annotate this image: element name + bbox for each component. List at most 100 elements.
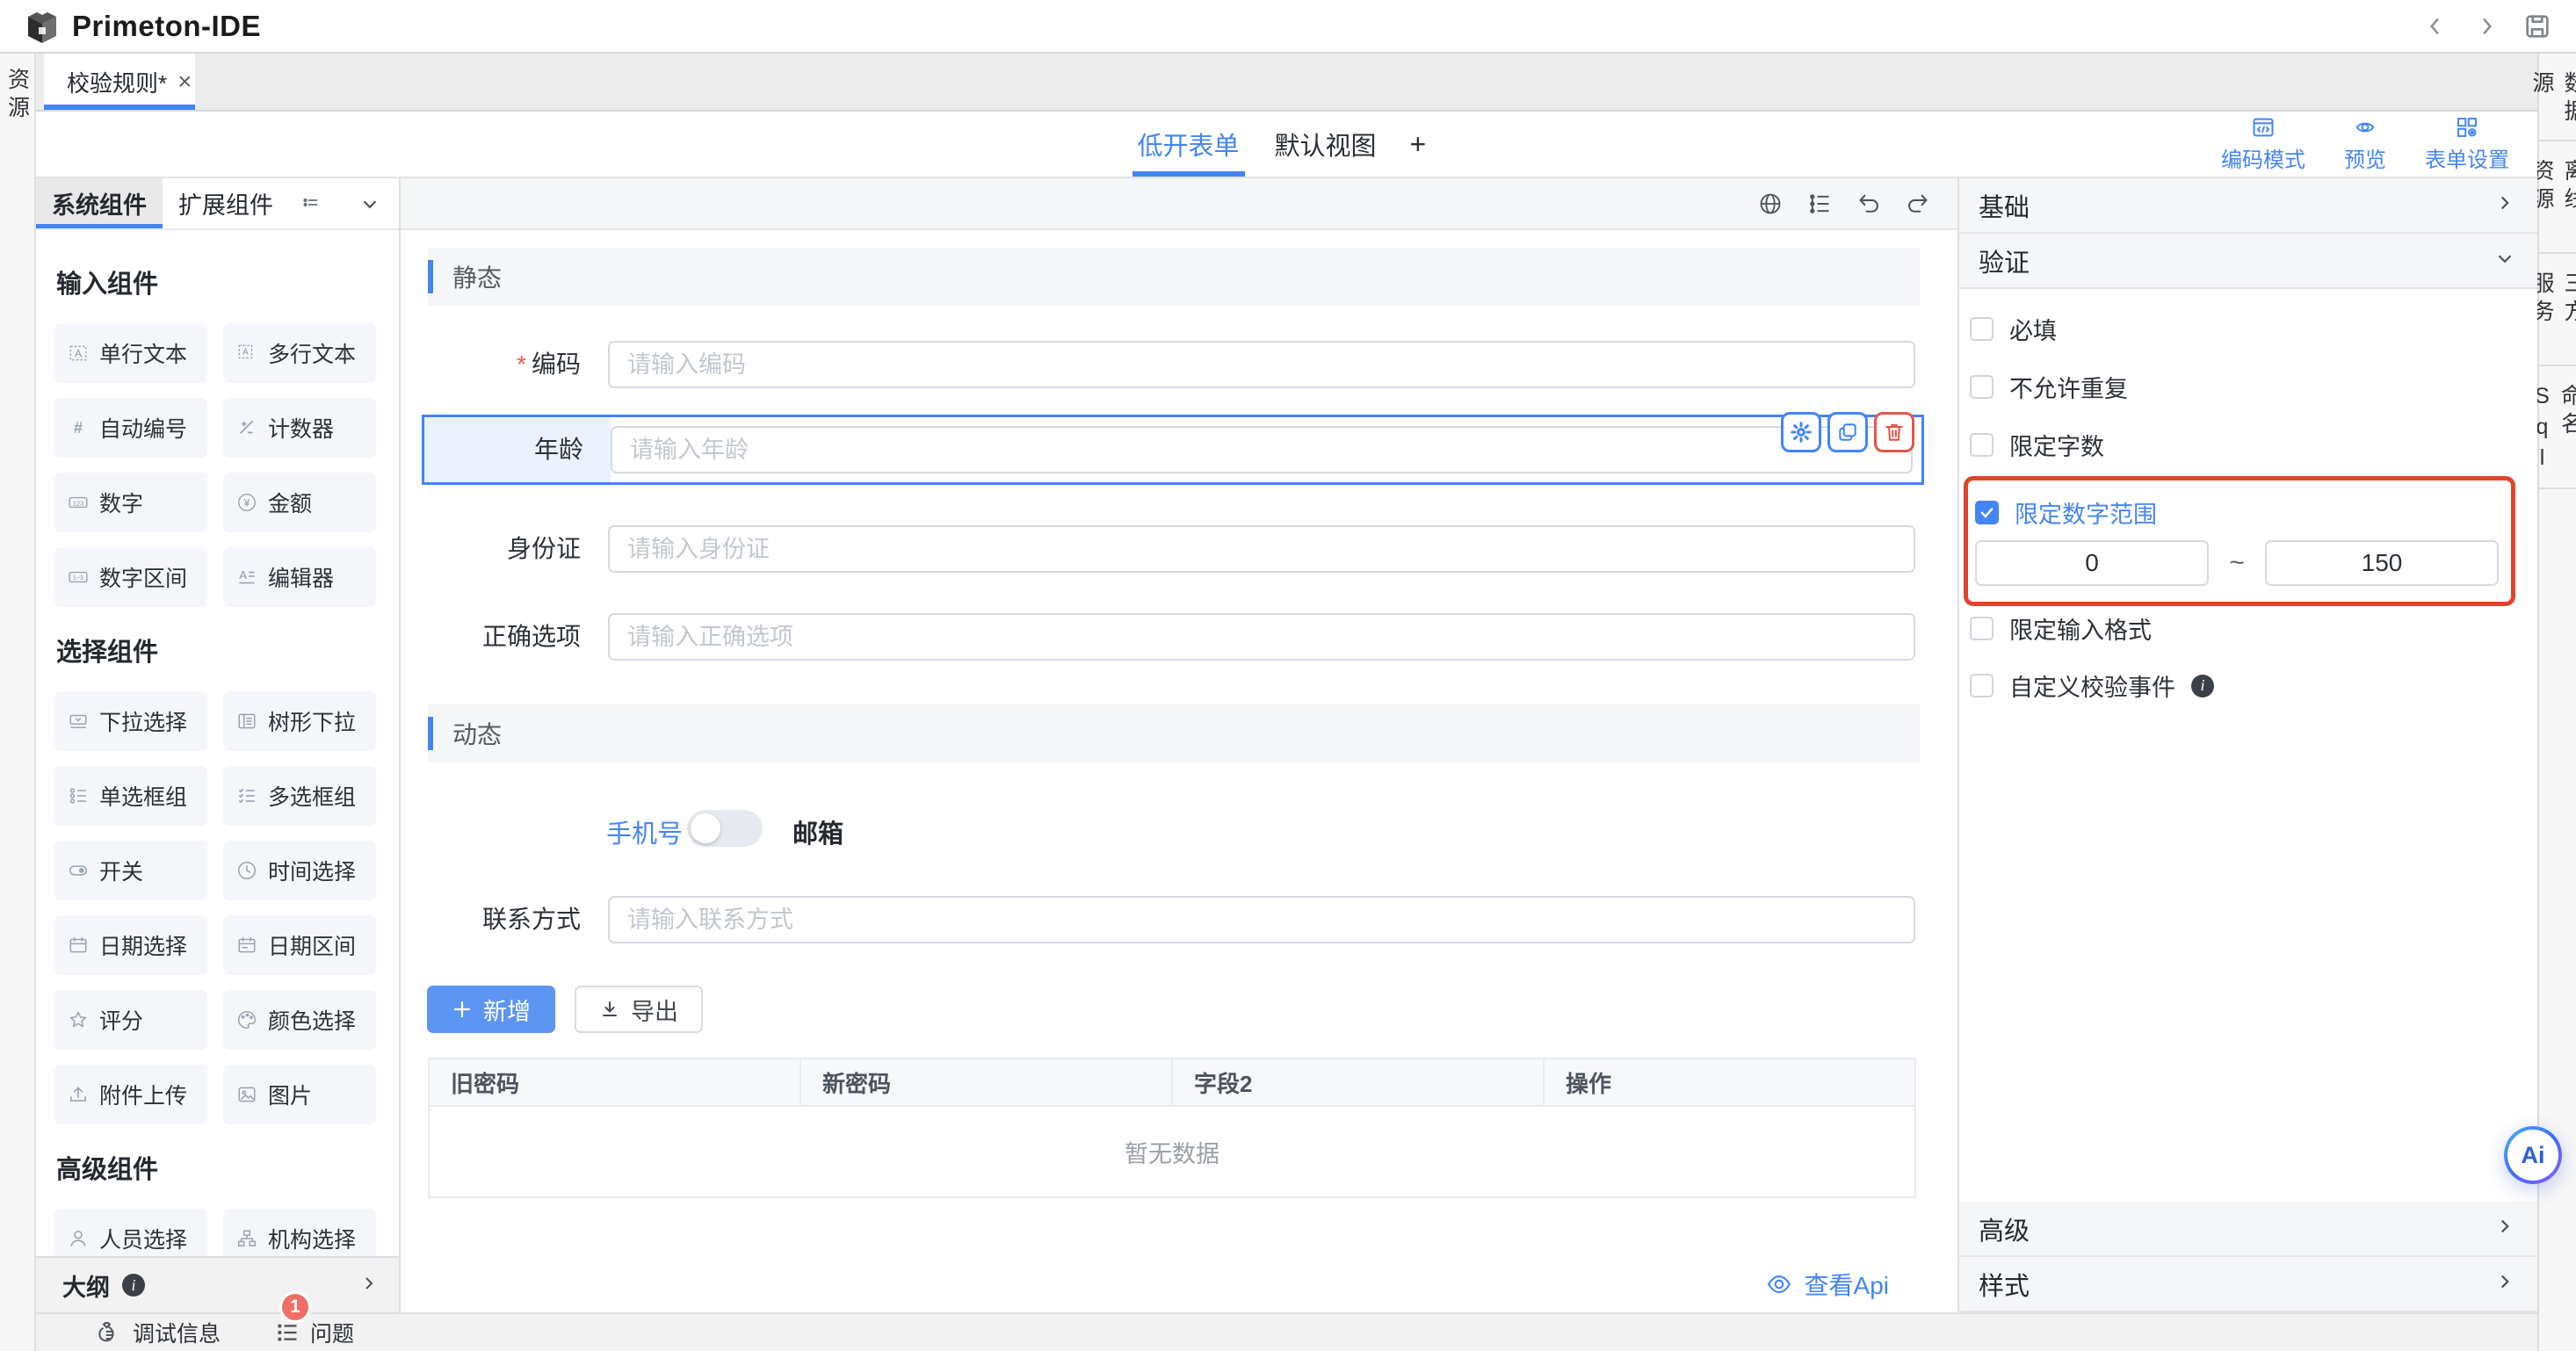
chip-number[interactable]: 123 数字	[54, 473, 207, 532]
field-row-id-card[interactable]: 身份证	[428, 525, 1920, 573]
field-label-contact: 联系方式	[482, 906, 581, 933]
field-copy-button[interactable]	[1827, 412, 1868, 452]
sidebar-tab-extended-components[interactable]: 扩展组件	[163, 178, 289, 228]
chip-image[interactable]: 图片	[223, 1065, 376, 1124]
contact-input[interactable]	[608, 896, 1915, 943]
redo-icon[interactable]	[1905, 191, 1931, 217]
accordion-validation[interactable]: 验证	[1959, 234, 2537, 289]
sidebar-collapse-icon[interactable]	[358, 178, 381, 228]
chip-counter[interactable]: 计数器	[223, 398, 376, 458]
undo-icon[interactable]	[1856, 191, 1882, 217]
tab-default-view[interactable]: 默认视图	[1273, 112, 1378, 177]
chip-color-picker[interactable]: 颜色选择	[223, 990, 376, 1050]
check-char-limit[interactable]: 限定字数	[1970, 428, 2104, 462]
chip-single-line-text[interactable]: A 单行文本	[54, 323, 207, 383]
field-delete-button[interactable]	[1874, 412, 1914, 452]
add-view-button[interactable]: +	[1410, 128, 1427, 161]
chip-person-picker[interactable]: 人员选择	[54, 1209, 207, 1256]
sidebar-tab-system-components[interactable]: 系统组件	[36, 178, 163, 228]
i18n-globe-icon[interactable]	[1757, 191, 1784, 217]
outline-info-icon[interactable]: i	[122, 1274, 145, 1297]
chip-switch[interactable]: 开关	[54, 841, 207, 900]
chip-radio-group[interactable]: 单选框组	[54, 766, 207, 826]
chip-multi-line-text[interactable]: A 多行文本	[223, 323, 376, 383]
debug-info-button[interactable]: 调试信息	[98, 1317, 221, 1348]
toggle-option-phone[interactable]: 手机号	[606, 813, 683, 850]
chip-number-range[interactable]: 1~3 数字区间	[54, 547, 207, 607]
left-resource-strip[interactable]: 资源	[0, 54, 36, 1351]
check-required[interactable]: 必填	[1970, 312, 2057, 346]
tab-validation-rules[interactable]: 校验规则* ×	[44, 54, 195, 110]
add-row-button[interactable]: 新增	[427, 986, 555, 1033]
save-icon[interactable]	[2523, 12, 2551, 40]
phone-email-switch[interactable]	[687, 810, 763, 847]
field-row-contact[interactable]: 联系方式	[428, 896, 1920, 943]
field-row-correct-option[interactable]: 正确选项	[428, 613, 1920, 661]
accordion-advanced[interactable]: 高级	[1959, 1202, 2537, 1257]
code-input[interactable]	[608, 341, 1915, 388]
col-actions: 操作	[1545, 1059, 1914, 1105]
component-sort-icon[interactable]	[301, 178, 321, 228]
chip-tree-select[interactable]: 树形下拉	[223, 691, 376, 751]
chip-rating[interactable]: 评分	[54, 990, 207, 1050]
strip-item-third-party-services[interactable]: 三方服务	[2539, 254, 2576, 366]
tab-lowcode-form[interactable]: 低开表单	[1136, 112, 1241, 177]
chip-date-range[interactable]: 日期区间	[223, 915, 376, 975]
problems-button[interactable]: 问题	[275, 1317, 354, 1348]
chip-auto-number[interactable]: # 自动编号	[54, 398, 207, 458]
checkbox-unchecked[interactable]	[1970, 617, 1994, 640]
id-card-input[interactable]	[608, 525, 1915, 573]
export-button[interactable]: 导出	[575, 986, 703, 1033]
left-strip-label[interactable]: 资源	[2, 68, 33, 1351]
correct-option-input[interactable]	[608, 613, 1915, 661]
editor-icon: A	[236, 567, 257, 588]
chip-checkbox-group[interactable]: 多选框组	[223, 766, 376, 826]
custom-validation-info-icon[interactable]: i	[2191, 675, 2214, 697]
close-tab-icon[interactable]: ×	[177, 68, 192, 96]
section-dynamic[interactable]: 动态	[428, 704, 1920, 762]
age-input[interactable]	[611, 426, 1913, 473]
accordion-style[interactable]: 样式	[1959, 1257, 2537, 1312]
range-separator: ~	[2209, 548, 2265, 578]
ai-assistant-button[interactable]: Ai	[2504, 1126, 2562, 1184]
section-static[interactable]: 静态	[428, 248, 1920, 306]
field-settings-button[interactable]	[1781, 412, 1821, 452]
chip-time-picker[interactable]: 时间选择	[223, 841, 376, 900]
chip-amount[interactable]: ¥ 金额	[223, 473, 376, 532]
app-title: Primeton-IDE	[72, 10, 261, 43]
outline-footer-toggle[interactable]: 大纲 i	[36, 1256, 399, 1312]
form-settings-button[interactable]: 表单设置	[2425, 115, 2509, 173]
preview-button[interactable]: 预览	[2344, 115, 2386, 173]
history-forward-button[interactable]	[2472, 12, 2500, 40]
chip-org-picker[interactable]: 机构选择	[223, 1209, 376, 1256]
checkbox-checked[interactable]	[1975, 501, 1999, 524]
strip-item-named-sql[interactable]: 命名Sql	[2539, 366, 2576, 489]
toggle-option-email[interactable]: 邮箱	[792, 813, 843, 850]
code-mode-button[interactable]: 编码模式	[2221, 115, 2305, 173]
download-icon	[599, 999, 620, 1020]
strip-item-offline-resources[interactable]: 离线资源	[2539, 141, 2576, 254]
history-back-button[interactable]	[2421, 12, 2449, 40]
view-api-eye-icon	[1766, 1271, 1792, 1297]
checkbox-unchecked[interactable]	[1970, 317, 1994, 341]
form-design-surface[interactable]: 静态 *编码 年龄	[401, 230, 1957, 1312]
checkbox-unchecked[interactable]	[1970, 375, 1994, 399]
checkbox-unchecked[interactable]	[1970, 433, 1994, 457]
check-input-format[interactable]: 限定输入格式	[1970, 611, 2152, 646]
check-number-range[interactable]: 限定数字范围	[1975, 495, 2157, 530]
chip-editor[interactable]: A 编辑器	[223, 547, 376, 607]
view-api-link[interactable]: 查看Api	[1766, 1267, 1889, 1302]
chip-attachment-upload[interactable]: 附件上传	[54, 1065, 207, 1124]
chip-date-picker[interactable]: 日期选择	[54, 915, 207, 975]
range-min-input[interactable]	[1975, 540, 2209, 586]
checkbox-unchecked[interactable]	[1970, 674, 1994, 697]
strip-item-data-source[interactable]: 数据源	[2539, 54, 2576, 141]
field-row-code[interactable]: *编码	[428, 341, 1920, 388]
field-row-age-selected[interactable]: 年龄	[422, 415, 1924, 485]
chip-select[interactable]: 下拉选择	[54, 691, 207, 751]
check-no-duplicate[interactable]: 不允许重复	[1970, 370, 2128, 404]
outline-tree-icon[interactable]	[1806, 191, 1833, 217]
check-custom-validation[interactable]: 自定义校验事件 i	[1970, 668, 2214, 703]
range-max-input[interactable]	[2265, 540, 2499, 586]
accordion-basic[interactable]: 基础	[1959, 178, 2537, 234]
